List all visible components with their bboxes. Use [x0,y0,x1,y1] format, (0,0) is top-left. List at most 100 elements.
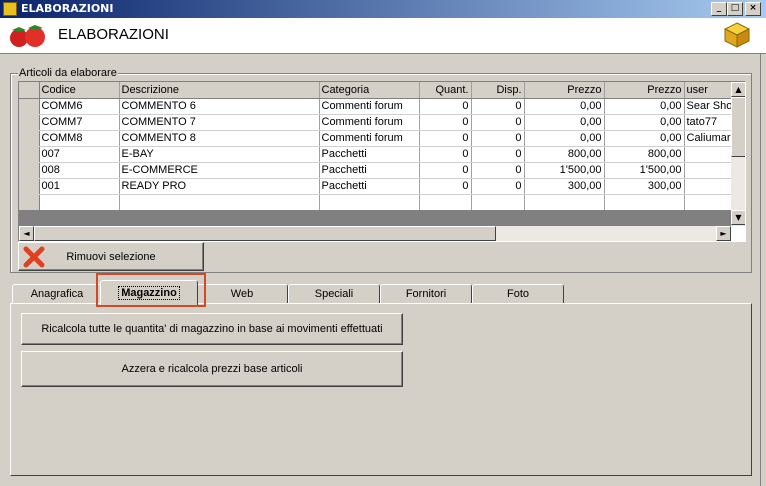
cell-quant[interactable]: 0 [419,162,472,179]
cell-quant[interactable]: 0 [419,178,472,195]
tab-label: Anagrafica [30,288,84,300]
cell-prezzo-2[interactable]: 0,00 [604,130,685,147]
cell-categoria[interactable]: Pacchetti [319,162,420,179]
row-indicator[interactable] [19,162,40,179]
cell-categoria[interactable]: Pacchetti [319,146,420,163]
scroll-up-icon[interactable]: ▲ [731,82,745,97]
scroll-right-icon[interactable]: ► [716,226,731,241]
tab-anagrafica[interactable]: Anagrafica [12,284,102,304]
column-header-quant[interactable]: Quant. [419,82,472,99]
cell-prezzo[interactable]: 800,00 [524,146,605,163]
tab-speciali[interactable]: Speciali [288,284,380,304]
cell-empty[interactable] [471,194,525,211]
cell-user[interactable]: Caliumar [684,130,736,147]
cell-prezzo[interactable]: 0,00 [524,98,605,115]
recalc-stock-button[interactable]: Ricalcola tutte le quantita' di magazzin… [21,313,403,345]
row-indicator[interactable] [19,146,40,163]
table-row[interactable]: COMM8 COMMENTO 8 Commenti forum 0 0 0,00… [19,130,736,147]
cell-prezzo[interactable]: 300,00 [524,178,605,195]
row-indicator[interactable] [19,114,40,131]
cell-codice[interactable]: 008 [39,162,120,179]
cell-disp[interactable]: 0 [471,178,525,195]
table-row[interactable]: COMM7 COMMENTO 7 Commenti forum 0 0 0,00… [19,114,736,131]
row-indicator[interactable] [19,178,40,195]
table-row[interactable]: COMM6 COMMENTO 6 Commenti forum 0 0 0,00… [19,98,736,115]
column-header-prezzo-2[interactable]: Prezzo [604,82,685,99]
column-header-descrizione[interactable]: Descrizione [119,82,320,99]
horizontal-scrollbar[interactable]: ◄ ► [19,226,731,241]
cell-quant[interactable]: 0 [419,98,472,115]
cell-descrizione[interactable]: E-BAY [119,146,320,163]
cell-prezzo-2[interactable]: 300,00 [604,178,685,195]
cell-codice[interactable]: 001 [39,178,120,195]
cell-descrizione[interactable]: COMMENTO 7 [119,114,320,131]
cell-categoria[interactable]: Commenti forum [319,114,420,131]
cell-user[interactable] [684,162,736,179]
table-row[interactable]: 008 E-COMMERCE Pacchetti 0 0 1'500,00 1'… [19,162,736,179]
cell-empty[interactable] [119,194,320,211]
reset-prices-button[interactable]: Azzera e ricalcola prezzi base articoli [21,351,403,387]
cell-empty[interactable] [319,194,420,211]
close-button[interactable]: × [745,2,761,16]
cell-prezzo-2[interactable]: 0,00 [604,98,685,115]
cell-quant[interactable]: 0 [419,130,472,147]
table-row-empty[interactable] [19,194,736,211]
cell-descrizione[interactable]: E-COMMERCE [119,162,320,179]
tab-foto[interactable]: Foto [472,284,564,304]
row-indicator[interactable] [19,194,40,211]
cell-codice[interactable]: COMM8 [39,130,120,147]
cell-prezzo[interactable]: 1'500,00 [524,162,605,179]
table-row[interactable]: 007 E-BAY Pacchetti 0 0 800,00 800,00 [19,146,736,163]
cell-disp[interactable]: 0 [471,130,525,147]
cell-descrizione[interactable]: COMMENTO 6 [119,98,320,115]
cell-disp[interactable]: 0 [471,162,525,179]
cell-descrizione[interactable]: READY PRO [119,178,320,195]
row-indicator[interactable] [19,98,40,115]
cell-empty[interactable] [419,194,472,211]
table-row[interactable]: 001 READY PRO Pacchetti 0 0 300,00 300,0… [19,178,736,195]
horizontal-scroll-thumb[interactable] [34,226,496,241]
maximize-button[interactable]: □ [727,2,743,16]
cell-user[interactable] [684,178,736,195]
cell-disp[interactable]: 0 [471,114,525,131]
cell-categoria[interactable]: Commenti forum [319,130,420,147]
tab-web[interactable]: Web [196,284,288,304]
cell-categoria[interactable]: Pacchetti [319,178,420,195]
cell-descrizione[interactable]: COMMENTO 8 [119,130,320,147]
cell-disp[interactable]: 0 [471,98,525,115]
cell-quant[interactable]: 0 [419,146,472,163]
cell-categoria[interactable]: Commenti forum [319,98,420,115]
cell-user[interactable]: Sear Sho [684,98,736,115]
vertical-scroll-thumb[interactable] [731,97,745,157]
cell-codice[interactable]: COMM6 [39,98,120,115]
tab-fornitori[interactable]: Fornitori [380,284,472,304]
column-header-user[interactable]: user [684,82,736,99]
scroll-down-icon[interactable]: ▼ [731,210,745,225]
cell-prezzo[interactable]: 0,00 [524,130,605,147]
scroll-left-icon[interactable]: ◄ [19,226,34,241]
cell-empty[interactable] [604,194,685,211]
cell-user[interactable] [684,146,736,163]
column-header-codice[interactable]: Codice [39,82,120,99]
vertical-scrollbar[interactable]: ▲ ▼ [731,82,745,226]
articles-grid[interactable]: Codice Descrizione Categoria Quant. Disp… [18,81,746,242]
cell-prezzo-2[interactable]: 800,00 [604,146,685,163]
cell-empty[interactable] [684,194,736,211]
cell-codice[interactable]: 007 [39,146,120,163]
cell-prezzo-2[interactable]: 1'500,00 [604,162,685,179]
column-header-disp[interactable]: Disp. [471,82,525,99]
column-header-categoria[interactable]: Categoria [319,82,420,99]
cell-empty[interactable] [39,194,120,211]
cell-disp[interactable]: 0 [471,146,525,163]
cell-prezzo-2[interactable]: 0,00 [604,114,685,131]
minimize-button[interactable]: _ [711,2,727,16]
remove-selection-button[interactable]: Rimuovi selezione [18,242,204,271]
cell-empty[interactable] [524,194,605,211]
column-header-prezzo[interactable]: Prezzo [524,82,605,99]
cell-codice[interactable]: COMM7 [39,114,120,131]
cell-prezzo[interactable]: 0,00 [524,114,605,131]
row-indicator[interactable] [19,130,40,147]
cell-quant[interactable]: 0 [419,114,472,131]
cell-user[interactable]: tato77 [684,114,736,131]
strawberry-icon [10,25,45,47]
